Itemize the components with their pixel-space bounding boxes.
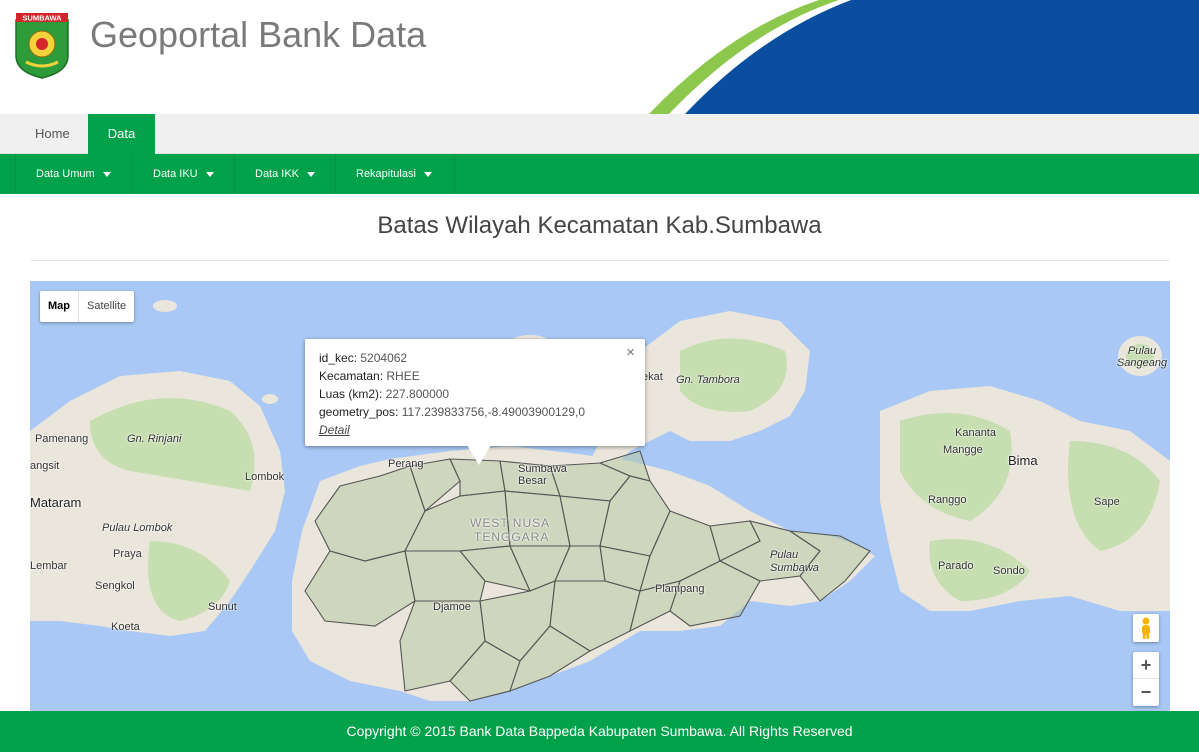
top-tab-bar: Home Data	[0, 114, 1199, 154]
map-label-koeta: Koeta	[111, 621, 140, 633]
popup-row-geometry: geometry_pos: 117.239833756,-8.490039001…	[319, 403, 631, 421]
zoom-in-button[interactable]: +	[1133, 652, 1159, 679]
map-label-kananta: Kananta	[955, 427, 996, 439]
map-canvas[interactable]: Map Satellite Pamenang Gn. Rinjani angsit…	[30, 281, 1170, 711]
menu-data-umum-label: Data Umum	[36, 168, 95, 180]
menu-data-ikk[interactable]: Data IKK	[234, 154, 335, 194]
popup-key: id_kec:	[319, 351, 358, 365]
map-label-ekat: ekat	[642, 371, 663, 383]
map-label-bima: Bima	[1008, 453, 1038, 468]
tab-data[interactable]: Data	[88, 114, 155, 154]
map-label-djamoe: Djamoe	[433, 601, 471, 613]
menu-rekapitulasi[interactable]: Rekapitulasi	[335, 154, 455, 194]
title-divider	[30, 260, 1170, 261]
map-label-sumbawa-besar: Sumbawa Besar	[518, 463, 567, 487]
map-label-tambora: Gn. Tambora	[676, 374, 740, 386]
zoom-out-button[interactable]: −	[1133, 679, 1159, 706]
map-type-control: Map Satellite	[40, 291, 135, 322]
menu-data-iku-label: Data IKU	[153, 168, 198, 180]
main-menu: Data Umum Data IKU Data IKK Rekapitulasi	[0, 154, 1199, 194]
map-label-west-nusa-1: WEST NUSA	[470, 516, 551, 530]
popup-value: 117.239833756,-8.49003900129,0	[401, 405, 586, 419]
info-window: × id_kec: 5204062 Kecamatan: RHEE Luas (…	[305, 339, 645, 446]
menu-data-iku[interactable]: Data IKU	[132, 154, 234, 194]
map-label-lembar: Lembar	[30, 560, 68, 572]
sumbawa-logo[interactable]: SUMBAWA	[14, 12, 70, 80]
popup-value: 5204062	[360, 351, 408, 365]
map-label-pulau-sumbawa: Pulau Sumbawa	[770, 549, 819, 574]
map-label-lombok: Lombok	[245, 471, 285, 483]
map-label-sengkol: Sengkol	[95, 580, 135, 592]
map-label-pulau-sangeang: Pulau Sangeang	[1116, 345, 1168, 369]
map-label-mangge: Mangge	[943, 444, 983, 456]
map-label-angsit: angsit	[30, 460, 60, 472]
info-window-pointer	[467, 445, 491, 465]
popup-value: 227.800000	[385, 387, 450, 401]
site-title[interactable]: Geoportal Bank Data	[90, 14, 426, 56]
popup-value: RHEE	[386, 369, 420, 383]
caret-down-icon	[102, 171, 111, 177]
map-label-sunut: Sunut	[208, 601, 237, 613]
header-banner-art	[639, 0, 1199, 114]
map-label-mataram: Mataram	[30, 495, 82, 510]
popup-row-luas: Luas (km2): 227.800000	[319, 385, 631, 403]
page-title: Batas Wilayah Kecamatan Kab.Sumbawa	[377, 212, 822, 239]
svg-text:SUMBAWA: SUMBAWA	[22, 14, 62, 23]
map-type-satellite-button[interactable]: Satellite	[79, 291, 134, 322]
map-label-west-nusa-2: TENGGARA	[474, 530, 550, 544]
caret-down-icon	[307, 171, 316, 177]
street-view-pegman-icon[interactable]	[1133, 614, 1159, 642]
map-type-map-button[interactable]: Map	[40, 291, 79, 322]
page-footer: Copyright © 2015 Bank Data Bappeda Kabup…	[0, 711, 1199, 752]
caret-down-icon	[423, 171, 432, 177]
map-label-perang: Perang	[388, 458, 424, 470]
menu-data-ikk-label: Data IKK	[255, 168, 300, 180]
menu-data-umum[interactable]: Data Umum	[15, 154, 132, 194]
close-icon[interactable]: ×	[626, 344, 635, 362]
map-label-ranggo: Ranggo	[928, 494, 967, 506]
popup-key: Luas (km2):	[319, 387, 383, 401]
tab-home[interactable]: Home	[17, 114, 88, 154]
map-label-rinjani: Gn. Rinjani	[127, 433, 182, 445]
map-label-pulau-lombok: Pulau Lombok	[102, 522, 173, 534]
map-label-sape: Sape	[1094, 496, 1120, 508]
map-label-plampang: Plampang	[655, 583, 705, 595]
popup-key: geometry_pos:	[319, 405, 399, 419]
popup-row-kecamatan: Kecamatan: RHEE	[319, 367, 631, 385]
map-label-parado: Parado	[938, 560, 974, 572]
menu-rekapitulasi-label: Rekapitulasi	[356, 168, 416, 180]
caret-down-icon	[205, 171, 214, 177]
map-label-sondo: Sondo	[993, 565, 1025, 577]
map-label-pamenang: Pamenang	[35, 433, 89, 445]
zoom-control: + −	[1133, 652, 1159, 706]
map-label-praya: Praya	[113, 548, 142, 560]
popup-row-id-kec: id_kec: 5204062	[319, 349, 631, 367]
popup-key: Kecamatan:	[319, 369, 384, 383]
detail-link[interactable]: Detail	[319, 423, 350, 437]
page-header: SUMBAWA Geoportal Bank Data	[0, 0, 1199, 114]
